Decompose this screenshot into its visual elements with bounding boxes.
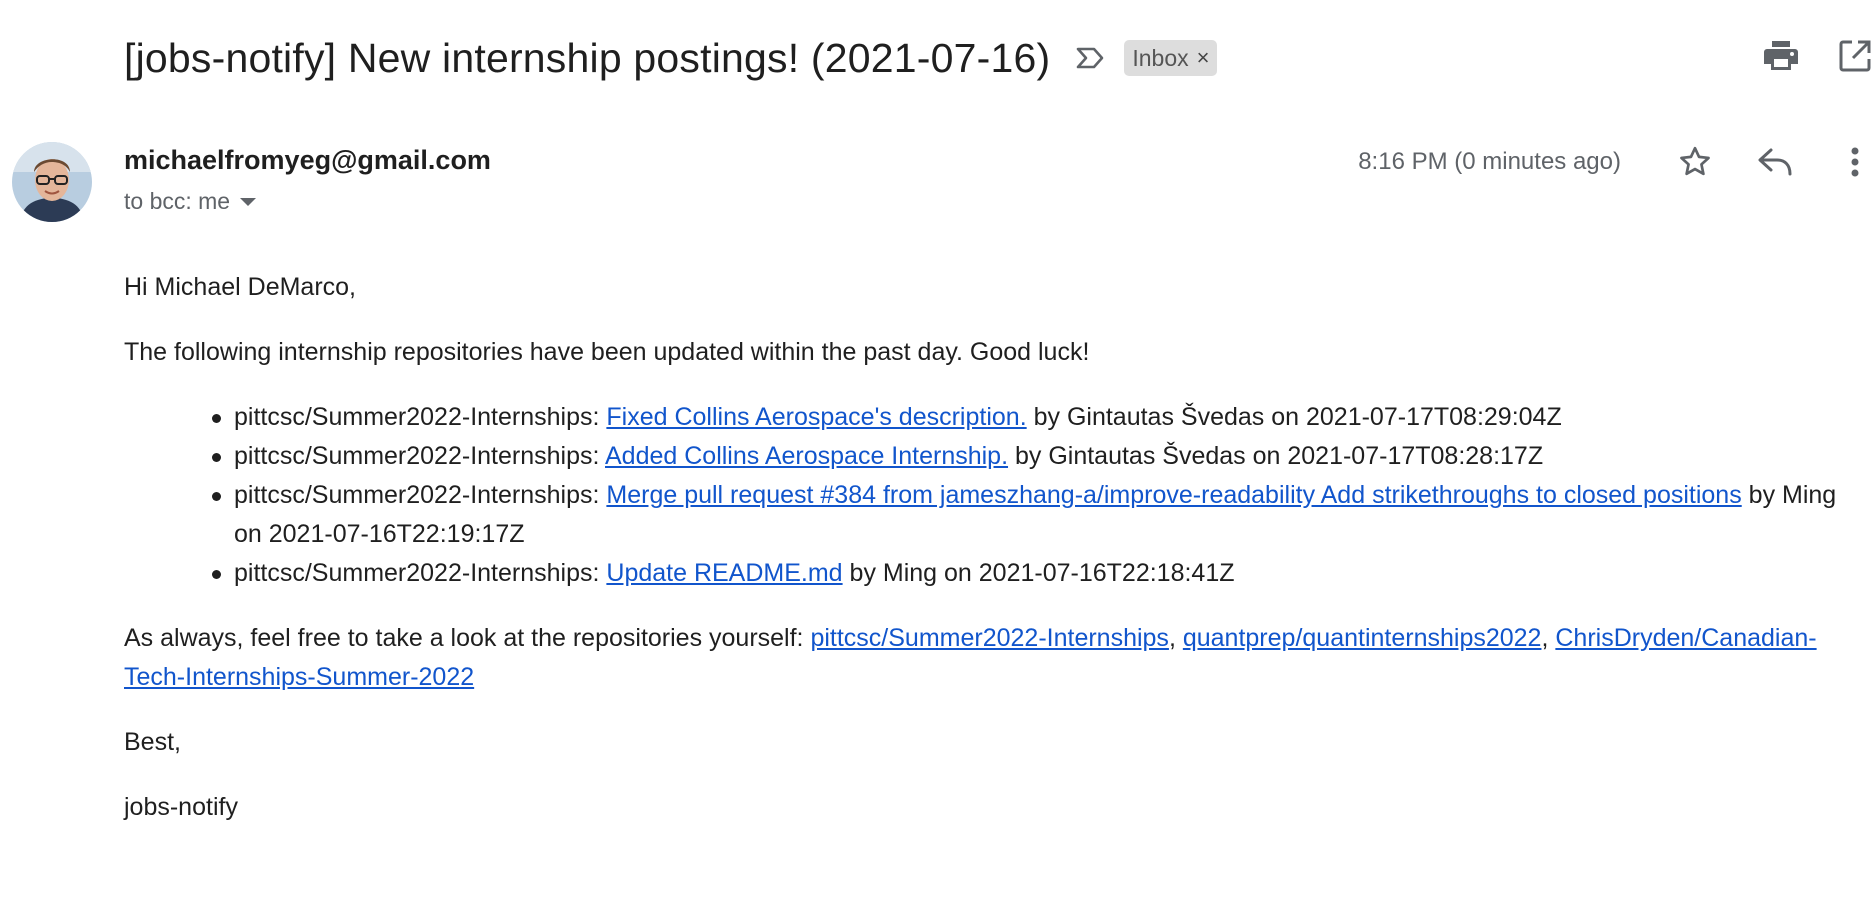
email-body: Hi Michael DeMarco, The following intern… [124,268,1864,853]
subject-row: [jobs-notify] New internship postings! (… [124,30,1218,86]
update-author-date: by Gintautas Švedas on 2021-07-17T08:28:… [1008,442,1544,470]
recipients-text: to bcc: me [124,188,231,214]
greeting-text: Hi Michael DeMarco, [124,273,357,301]
commit-link[interactable]: Added Collins Aerospace Internship. [605,442,1008,470]
update-list-item: pittcsc/Summer2022-Internships: Merge pu… [212,476,1864,554]
outro-text: As always, feel free to take a look at t… [124,624,811,652]
update-author-date: by Gintautas Švedas on 2021-07-17T08:29:… [1026,403,1562,431]
update-list-item: pittcsc/Summer2022-Internships: Update R… [212,554,1864,593]
email-subject: [jobs-notify] New internship postings! (… [124,34,1051,81]
inbox-label-text: Inbox [1132,44,1189,71]
email-view: [jobs-notify] New internship postings! (… [0,0,1875,907]
update-repo: pittcsc/Summer2022-Internships: [234,403,607,431]
update-repo: pittcsc/Summer2022-Internships: [234,481,607,509]
star-icon[interactable] [1675,142,1715,182]
commit-link[interactable]: Merge pull request #384 from jameszhang-… [606,481,1741,509]
update-repo: pittcsc/Summer2022-Internships: [234,559,607,587]
open-in-new-window-icon[interactable] [1835,36,1875,76]
show-details-chevron-down-icon[interactable] [240,197,257,206]
recipients-line: to bcc: me [124,188,257,215]
update-list-item: pittcsc/Summer2022-Internships: Added Co… [212,437,1864,476]
update-author-date: by Ming on 2021-07-16T22:18:41Z [842,559,1235,587]
signoff-text: Best, [124,728,181,756]
print-icon[interactable] [1761,36,1801,76]
commit-link[interactable]: Update README.md [606,559,842,587]
outro-paragraph: As always, feel free to take a look at t… [124,619,1864,697]
repo-link-quantprep[interactable]: quantprep/quantinternships2022 [1183,624,1542,652]
reply-icon[interactable] [1755,142,1795,182]
remove-label-icon[interactable]: × [1197,45,1210,71]
link-separator: , [1541,624,1556,652]
intro-text: The following internship repositories ha… [124,338,1090,366]
top-actions [1761,36,1875,76]
link-separator: , [1168,624,1183,652]
update-list-item: pittcsc/Summer2022-Internships: Fixed Co… [212,398,1864,437]
updates-list: pittcsc/Summer2022-Internships: Fixed Co… [124,398,1864,593]
signature-text: jobs-notify [124,793,238,821]
message-timestamp: 8:16 PM (0 minutes ago) [1358,148,1621,175]
commit-link[interactable]: Fixed Collins Aerospace's description. [606,403,1026,431]
more-vert-icon[interactable] [1835,142,1875,182]
message-actions [1675,142,1875,182]
update-repo: pittcsc/Summer2022-Internships: [234,442,605,470]
repo-link-pittcsc[interactable]: pittcsc/Summer2022-Internships [810,624,1168,652]
sender-avatar[interactable] [12,142,92,222]
important-marker-icon[interactable] [1072,43,1108,73]
sender-email[interactable]: michaelfromyeg@gmail.com [124,145,491,176]
inbox-label-chip[interactable]: Inbox × [1124,40,1218,76]
